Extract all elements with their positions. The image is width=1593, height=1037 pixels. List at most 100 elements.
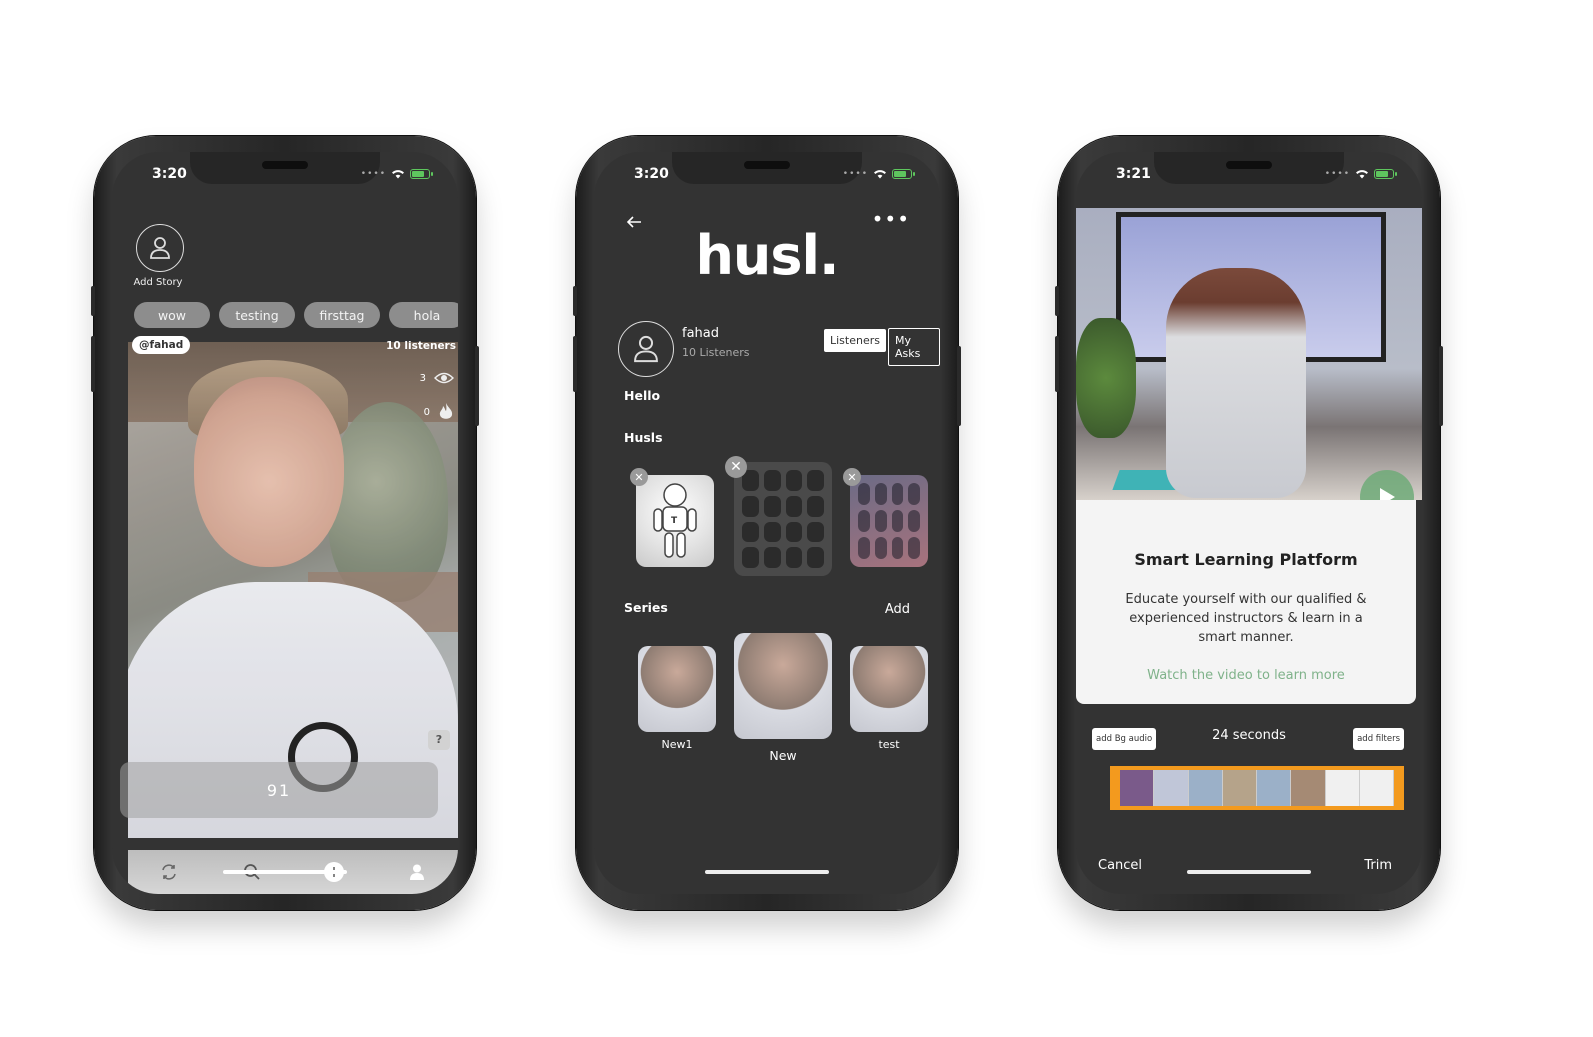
add-story-label: Add Story: [133, 277, 183, 288]
play-button[interactable]: [1360, 470, 1414, 500]
views-stat: 3: [420, 372, 454, 384]
battery-icon: [410, 169, 433, 179]
profile-name: fahad: [682, 326, 720, 341]
timeline-frame: [1222, 770, 1257, 806]
phone-story-feed: 3:20 •••• Add Story wow testing firsttag…: [91, 136, 479, 910]
timeline-frame: [1291, 770, 1326, 806]
series-thumbnail[interactable]: [734, 633, 832, 739]
help-bubble-icon[interactable]: ?: [428, 730, 450, 750]
add-filters-button[interactable]: add filters: [1353, 728, 1404, 750]
listeners-count: 10 listeners: [386, 340, 456, 352]
status-icons: ••••: [842, 169, 915, 179]
status-time: 3:20: [634, 166, 669, 182]
home-indicator: [705, 870, 829, 874]
trim-button[interactable]: Trim: [1364, 858, 1392, 873]
card-title: Smart Learning Platform: [1134, 550, 1358, 569]
status-bar: 3:21 ••••: [1076, 166, 1422, 186]
trim-timeline[interactable]: [1110, 766, 1404, 810]
cancel-button[interactable]: Cancel: [1098, 858, 1142, 873]
timeline-frame: [1257, 770, 1292, 806]
screen: 3:20 •••• ••• husl. fahad 10 Listeners L…: [594, 152, 940, 894]
user-handle-badge[interactable]: @fahad: [132, 336, 191, 354]
status-time: 3:20: [152, 166, 187, 182]
robot-image: T: [653, 483, 697, 558]
power-button: [475, 346, 479, 426]
tag-chip[interactable]: testing: [219, 302, 295, 328]
likes-count: 0: [423, 406, 430, 418]
status-icons: ••••: [360, 169, 433, 179]
wifi-icon: [392, 170, 404, 179]
remove-husl-icon[interactable]: ✕: [843, 468, 861, 486]
user-icon: [634, 335, 658, 363]
home-indicator: [1187, 870, 1311, 874]
wifi-icon: [1356, 170, 1368, 179]
profile-bio: Hello: [624, 388, 661, 403]
svg-text:T: T: [671, 516, 678, 526]
signal-icon: ••••: [842, 169, 868, 179]
volume-up-button: [573, 336, 577, 392]
screen: 3:20 •••• Add Story wow testing firsttag…: [112, 152, 458, 894]
profile-listeners: 10 Listeners: [682, 346, 750, 359]
wifi-icon: [874, 170, 886, 179]
power-button: [1439, 346, 1443, 426]
husls-heading: Husls: [624, 430, 663, 445]
play-icon: [1380, 488, 1395, 500]
yoga-video[interactable]: [1076, 208, 1422, 500]
series-title: New1: [661, 738, 693, 751]
remove-husl-icon[interactable]: ✕: [725, 456, 747, 478]
series-heading: Series: [624, 600, 668, 615]
timeline-frame: [1188, 770, 1223, 806]
tag-chip[interactable]: hola: [389, 302, 458, 328]
battery-icon: [892, 169, 915, 179]
timeline-frame: [1154, 770, 1189, 806]
info-card: Smart Learning Platform Educate yourself…: [1076, 500, 1416, 704]
counter-display: 91: [120, 762, 438, 818]
app-logo: husl.: [695, 224, 839, 287]
eye-icon: [434, 372, 454, 384]
battery-icon: [1374, 169, 1397, 179]
profile-icon[interactable]: [405, 860, 429, 884]
my-asks-button[interactable]: My Asks: [888, 328, 940, 366]
card-description: Educate yourself with our qualified & ex…: [1125, 592, 1367, 645]
tag-chip[interactable]: wow: [134, 302, 210, 328]
watch-video-link[interactable]: Watch the video to learn more: [1076, 668, 1416, 683]
status-bar: 3:20 ••••: [112, 166, 458, 186]
husl-thumbnail[interactable]: [734, 462, 832, 576]
tag-list: wow testing firsttag hola: [134, 302, 458, 328]
phone-video-trim: 3:21 •••• Smart Learning Platform Educat…: [1055, 136, 1443, 910]
volume-up-button: [91, 336, 95, 392]
series-thumbnail[interactable]: [850, 646, 928, 732]
status-time: 3:21: [1116, 166, 1151, 182]
series-title: New: [769, 748, 797, 763]
screen: 3:21 •••• Smart Learning Platform Educat…: [1076, 152, 1422, 894]
yoga-person: [1166, 268, 1306, 498]
tag-chip[interactable]: firsttag: [304, 302, 380, 328]
background-plant: [1076, 318, 1136, 438]
signal-icon: ••••: [1324, 169, 1350, 179]
status-bar: 3:20 ••••: [594, 166, 940, 186]
husl-thumbnail[interactable]: T: [636, 475, 714, 567]
series-thumbnail[interactable]: [638, 646, 716, 732]
silent-switch: [1055, 286, 1059, 316]
volume-up-button: [1055, 336, 1059, 392]
power-button: [957, 346, 961, 426]
husl-thumbnail[interactable]: [850, 475, 928, 567]
remove-husl-icon[interactable]: ✕: [630, 468, 648, 486]
views-count: 3: [419, 372, 426, 384]
status-icons: ••••: [1324, 169, 1397, 179]
more-options-icon[interactable]: •••: [872, 209, 910, 229]
home-indicator: [223, 870, 347, 874]
profile-avatar[interactable]: [618, 321, 674, 377]
series-title: test: [878, 738, 900, 751]
signal-icon: ••••: [360, 169, 386, 179]
phone-profile: 3:20 •••• ••• husl. fahad 10 Listeners L…: [573, 136, 961, 910]
fire-icon[interactable]: [438, 402, 454, 422]
likes-stat: 0: [424, 402, 454, 422]
add-story-button[interactable]: Add Story: [134, 224, 186, 288]
silent-switch: [91, 286, 95, 316]
user-icon: [136, 224, 184, 272]
listeners-button[interactable]: Listeners: [824, 329, 886, 352]
refresh-icon[interactable]: [157, 860, 181, 884]
add-series-link[interactable]: Add: [885, 602, 910, 617]
silent-switch: [573, 286, 577, 316]
